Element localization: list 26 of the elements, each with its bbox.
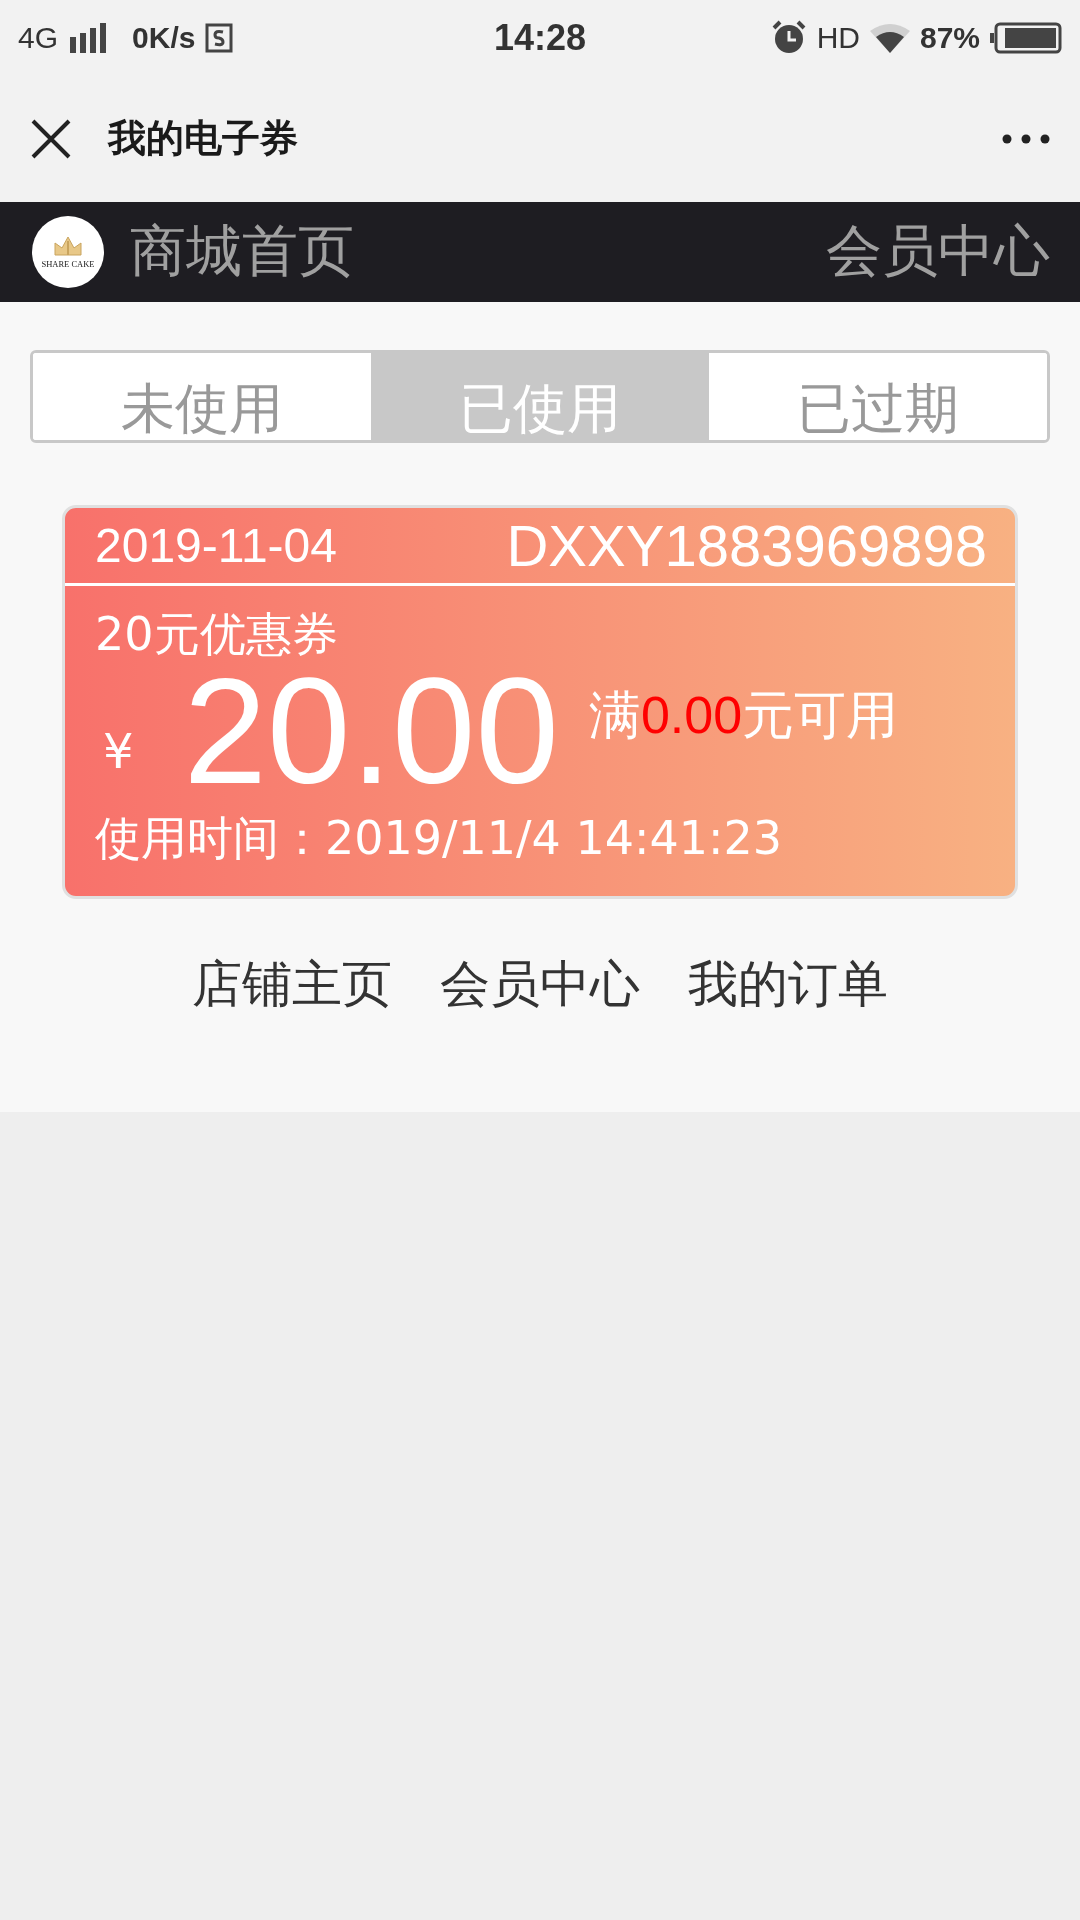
alarm-icon [770,19,807,56]
signal-icon [68,22,109,53]
network-type: 4G [18,20,59,55]
more-icon[interactable] [1002,133,1050,144]
mall-home-link[interactable]: 商城首页 [130,214,800,290]
footer-link[interactable]: 会员中心 [440,951,640,1018]
page-title: 我的电子券 [108,115,299,162]
battery-icon [990,21,1062,54]
currency-symbol: ¥ [103,723,134,779]
used-time: 使用时间：2019/11/4 14:41:23 [95,810,784,867]
wifi-icon [869,22,910,53]
usage-condition: 满0.00元可用 [588,684,899,747]
member-center-link[interactable]: 会员中心 [826,214,1050,290]
coupon-code: DXXY1883969898 [506,512,987,579]
network-speed: 0K/s [132,20,196,55]
coupon-date: 2019-11-04 [95,518,337,573]
shop-logo[interactable]: SHARE CAKE [32,216,104,288]
app-icon [205,22,234,53]
battery-percent: 87% [919,20,980,55]
footer-link[interactable]: 我的订单 [688,951,888,1018]
footer-link[interactable]: 店铺主页 [192,951,392,1018]
clock-time: 14:28 [493,16,587,59]
logo-text: SHARE CAKE [41,259,95,269]
hd-label: HD [816,20,860,55]
close-icon[interactable] [30,117,72,160]
crown-icon [53,235,83,259]
